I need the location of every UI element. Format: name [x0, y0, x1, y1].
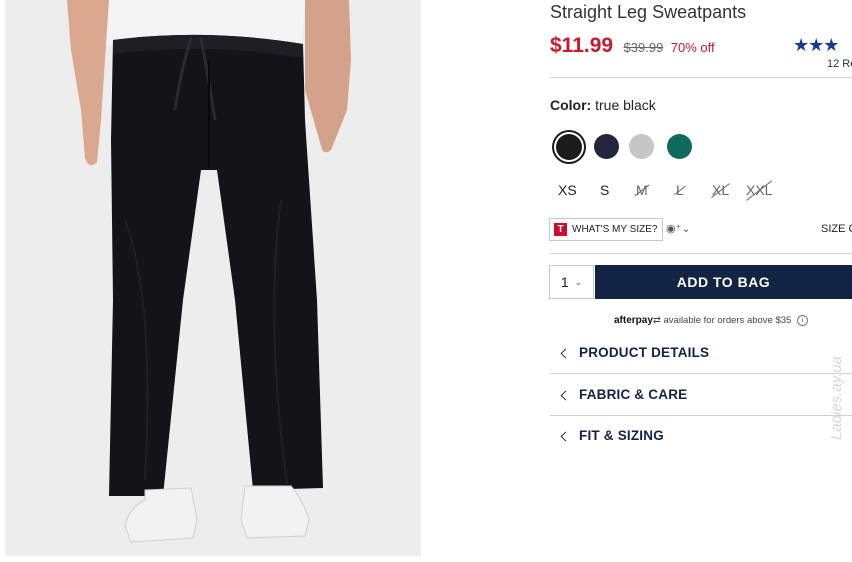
accordion-label: PRODUCT DETAILS — [579, 345, 710, 360]
divider — [550, 415, 852, 416]
color-value: true black — [595, 97, 656, 113]
size-l[interactable]: L — [676, 182, 684, 198]
accordion-label: FIT & SIZING — [579, 428, 664, 443]
divider — [550, 253, 852, 254]
whats-my-size-button[interactable]: T WHAT'S MY SIZE? — [549, 218, 664, 241]
accordion-product-details[interactable]: PRODUCT DETAILS — [560, 345, 709, 360]
size-xs[interactable]: XS — [558, 182, 577, 198]
fit-profile-icon[interactable]: ◉⁺⌄ — [666, 222, 691, 235]
afterpay-logo: afterpay — [614, 315, 653, 327]
rating-stars-icon[interactable]: ★★★ — [793, 35, 839, 56]
accordion-fit-sizing[interactable]: FIT & SIZING — [560, 428, 664, 443]
afterpay-note: afterpay⇄ available for orders above $35… — [614, 315, 808, 326]
whats-my-size-label: WHAT'S MY SIZE? — [572, 224, 658, 235]
discount-label: 70% off — [670, 40, 715, 55]
size-xxl[interactable]: XXL — [746, 182, 772, 198]
chevron-down-icon: ⌄ — [574, 276, 583, 287]
size-m[interactable]: M — [636, 182, 648, 198]
price-row: $11.99 $39.99 70% off — [550, 34, 715, 58]
original-price: $39.99 — [623, 40, 664, 55]
divider — [550, 77, 852, 78]
sale-price: $11.99 — [550, 34, 614, 57]
sweatpants-illustration — [5, 0, 421, 556]
afterpay-text: available for orders above $35 — [663, 315, 792, 327]
add-to-bag-button[interactable]: ADD TO BAG — [595, 265, 852, 299]
chevron-left-icon — [560, 390, 571, 401]
chevron-left-icon — [560, 431, 571, 442]
quantity-select[interactable]: 1 ⌄ — [549, 265, 594, 299]
swatch-navy[interactable] — [594, 134, 619, 159]
review-count-link[interactable]: 12 Re — [827, 58, 852, 70]
swatch-green[interactable] — [667, 134, 692, 159]
info-icon[interactable]: i — [796, 315, 808, 326]
swatch-true-black[interactable] — [556, 134, 582, 160]
swatch-light-gray[interactable] — [629, 134, 654, 159]
quantity-value: 1 — [560, 274, 569, 290]
chevron-left-icon — [560, 348, 571, 359]
product-image[interactable] — [5, 0, 421, 556]
product-title: Straight Leg Sweatpants — [550, 2, 747, 22]
size-xl[interactable]: XL — [712, 182, 729, 198]
color-label-row: Color: true black — [550, 97, 656, 113]
size-chart-link[interactable]: SIZE C — [821, 223, 852, 235]
true-fit-logo-icon: T — [554, 223, 567, 236]
divider — [550, 373, 852, 374]
color-label: Color: — [550, 97, 592, 113]
size-s[interactable]: S — [600, 182, 609, 198]
afterpay-logo-icon: ⇄ — [652, 315, 661, 327]
accordion-fabric-care[interactable]: FABRIC & CARE — [560, 387, 687, 402]
watermark: Ladies.ay.ua — [828, 356, 845, 440]
accordion-label: FABRIC & CARE — [579, 387, 688, 402]
